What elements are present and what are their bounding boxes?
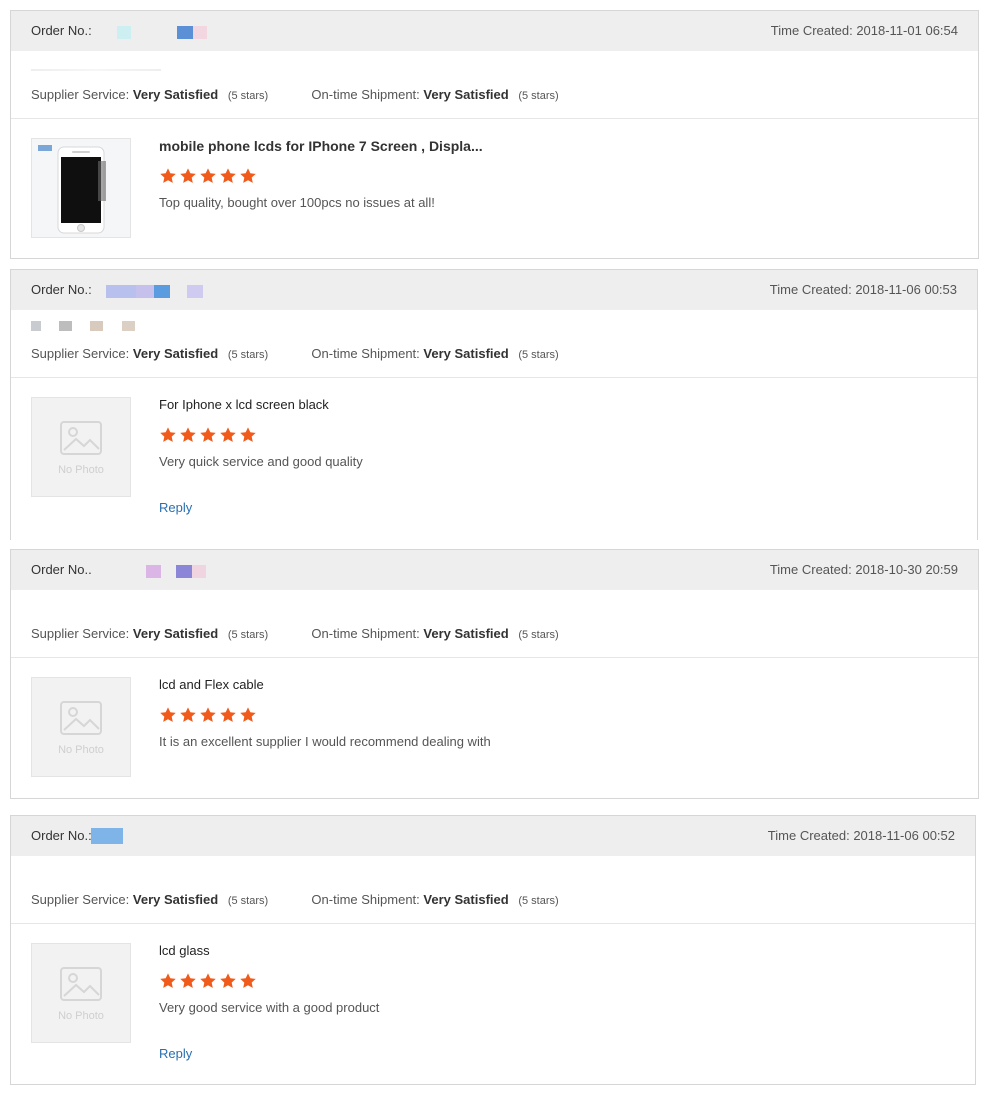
image-placeholder-icon (60, 701, 102, 735)
supplier-service-value: Very Satisfied (132, 87, 219, 102)
star-icon (200, 973, 216, 988)
review-comment: Very good service with a good product (159, 1000, 380, 1015)
shipment-value: Very Satisfied (423, 87, 509, 102)
star-icon (220, 973, 236, 988)
divider (11, 923, 975, 924)
product-thumbnail[interactable]: No Photo (31, 397, 131, 497)
divider (11, 657, 978, 658)
star-icon (180, 707, 196, 722)
supplier-service-value: Very Satisfied (132, 346, 219, 361)
time-created: Time Created: 2018-11-06 00:53 (769, 282, 957, 297)
product-thumbnail[interactable]: No Photo (31, 943, 131, 1043)
ratings-row: Supplier Service: Very Satisfied (5 star… (31, 626, 559, 641)
review-comment: Very quick service and good quality (159, 454, 363, 469)
no-photo-label: No Photo (58, 744, 104, 756)
review-comment: It is an excellent supplier I would reco… (159, 734, 491, 749)
phone-screen-image (38, 145, 106, 234)
review-card: Order No.. Time Created: 2018-10-30 20:5… (10, 549, 979, 799)
star-icon (240, 707, 256, 722)
redacted-order-number (154, 285, 170, 298)
shipment-value: Very Satisfied (423, 892, 509, 907)
ratings-row: Supplier Service: Very Satisfied (5 star… (31, 87, 559, 102)
divider (11, 118, 978, 119)
product-title-link[interactable]: mobile phone lcds for IPhone 7 Screen , … (159, 138, 483, 154)
star-icon (240, 427, 256, 442)
order-header: Order No.: Time Created: 2018-11-01 06:5… (11, 11, 978, 51)
star-rating (159, 706, 259, 724)
supplier-service-value: Very Satisfied (132, 892, 219, 907)
star-rating (159, 167, 259, 185)
redacted-order-number (177, 26, 193, 39)
redacted-order-number (187, 285, 203, 298)
redacted-order-number (192, 565, 206, 578)
time-created: Time Created: 2018-10-30 20:59 (769, 562, 958, 577)
order-number-label: Order No.: (31, 282, 92, 297)
star-icon (240, 973, 256, 988)
redacted-order-number (136, 285, 154, 298)
product-title-link[interactable]: For Iphone x lcd screen black (159, 397, 329, 412)
redacted-order-number (193, 26, 207, 39)
star-icon (160, 707, 176, 722)
order-header: Order No.. Time Created: 2018-10-30 20:5… (11, 550, 978, 590)
star-icon (180, 427, 196, 442)
star-rating (159, 426, 259, 444)
star-icon (180, 168, 196, 183)
time-created: Time Created: 2018-11-01 06:54 (770, 23, 958, 38)
star-rating (159, 972, 259, 990)
redacted-order-number (106, 285, 136, 298)
review-card: Order No.: Time Created: 2018-11-06 00:5… (10, 269, 978, 540)
star-icon (220, 427, 236, 442)
order-number-label: Order No.: (31, 23, 92, 38)
redacted-order-number (117, 26, 131, 39)
ratings-row: Supplier Service: Very Satisfied (5 star… (31, 346, 559, 361)
star-icon (220, 168, 236, 183)
divider (11, 377, 977, 378)
time-created: Time Created: 2018-11-06 00:52 (767, 828, 955, 843)
star-icon (160, 427, 176, 442)
redacted-order-number (146, 565, 161, 578)
reply-link[interactable]: Reply (159, 500, 192, 515)
shipment-value: Very Satisfied (423, 626, 509, 641)
redacted-buyer-info (31, 69, 161, 71)
star-icon (160, 973, 176, 988)
redacted-order-number (176, 565, 192, 578)
star-icon (220, 707, 236, 722)
star-icon (200, 168, 216, 183)
product-title-link[interactable]: lcd glass (159, 943, 210, 958)
ratings-row: Supplier Service: Very Satisfied (5 star… (31, 892, 559, 907)
image-placeholder-icon (60, 421, 102, 455)
review-card: Order No.: Time Created: 2018-11-06 00:5… (10, 815, 976, 1085)
product-thumbnail[interactable]: No Photo (31, 677, 131, 777)
product-thumbnail[interactable] (31, 138, 131, 238)
star-icon (200, 707, 216, 722)
image-placeholder-icon (60, 967, 102, 1001)
order-header: Order No.: Time Created: 2018-11-06 00:5… (11, 816, 975, 856)
star-icon (180, 973, 196, 988)
star-icon (240, 168, 256, 183)
no-photo-label: No Photo (58, 1010, 104, 1022)
no-photo-label: No Photo (58, 464, 104, 476)
review-card: Order No.: Time Created: 2018-11-01 06:5… (10, 10, 979, 259)
supplier-service-value: Very Satisfied (132, 626, 219, 641)
reply-link[interactable]: Reply (159, 1046, 192, 1061)
order-number-label: Order No.: (31, 828, 92, 843)
order-number-label: Order No.. (31, 562, 92, 577)
order-header: Order No.: Time Created: 2018-11-06 00:5… (11, 270, 977, 310)
review-comment: Top quality, bought over 100pcs no issue… (159, 195, 435, 210)
product-title-link[interactable]: lcd and Flex cable (159, 677, 264, 692)
star-icon (200, 427, 216, 442)
redacted-order-number (91, 828, 123, 844)
star-icon (160, 168, 176, 183)
shipment-value: Very Satisfied (423, 346, 509, 361)
